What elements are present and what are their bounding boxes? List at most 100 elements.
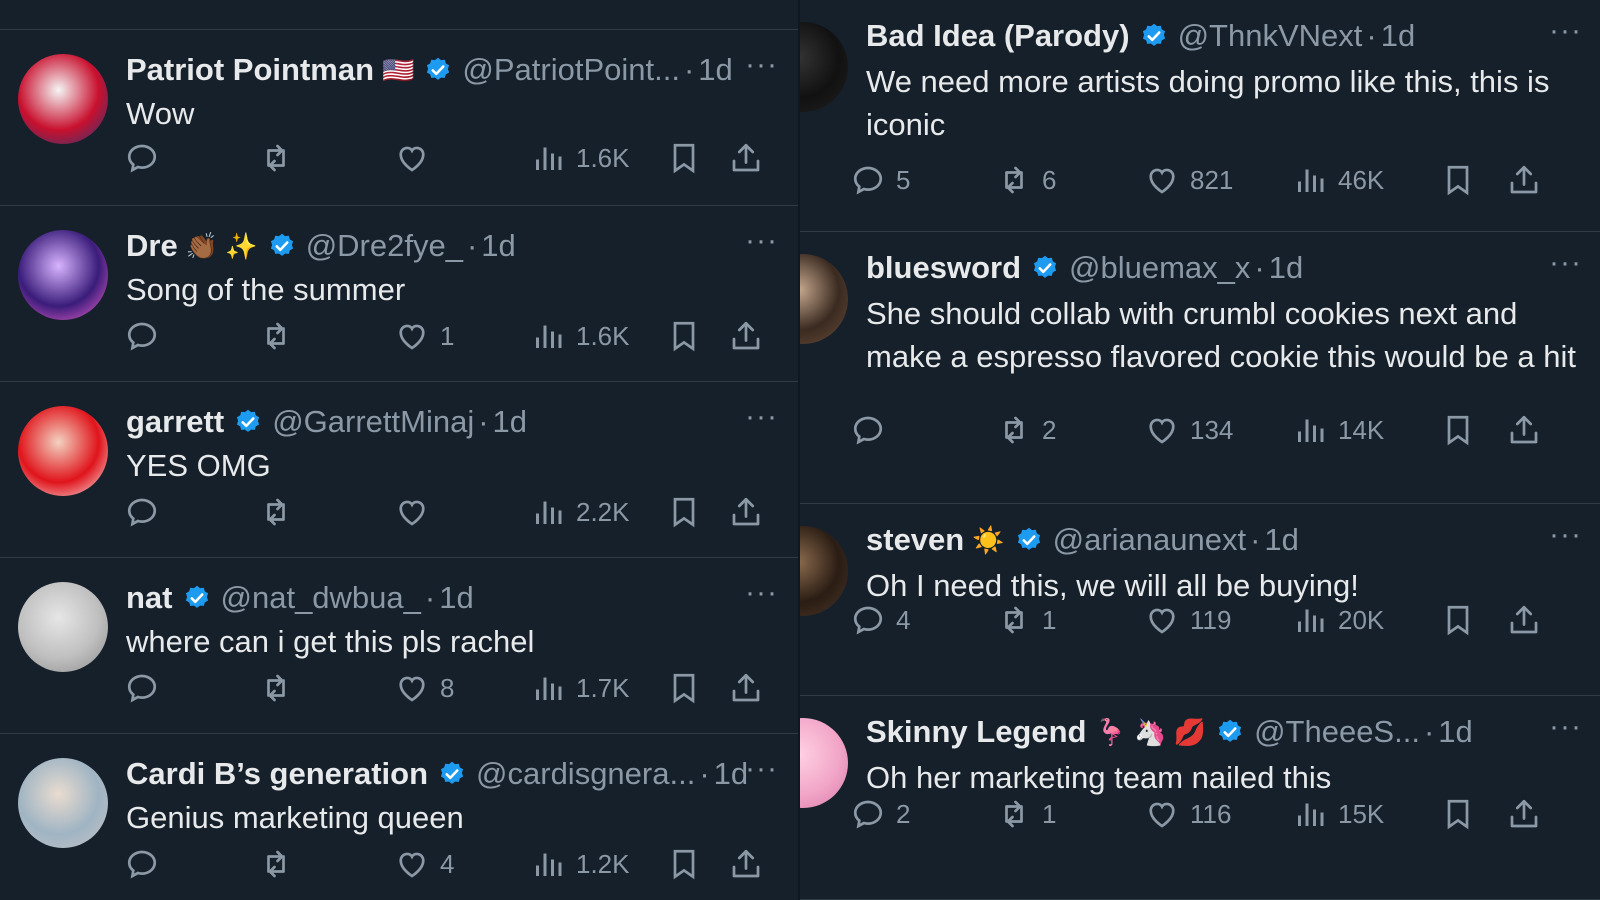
views-button[interactable]: 1.6K bbox=[530, 318, 630, 354]
more-icon[interactable]: ··· bbox=[1549, 710, 1582, 744]
share-button[interactable] bbox=[728, 140, 764, 176]
like-button[interactable]: 8 bbox=[394, 670, 454, 706]
avatar[interactable] bbox=[18, 406, 108, 496]
reply-button[interactable]: 2 bbox=[850, 796, 910, 832]
author-handle[interactable]: @bluemax_x bbox=[1069, 250, 1250, 286]
timestamp[interactable]: 1d bbox=[481, 228, 515, 264]
views-button[interactable]: 15K bbox=[1292, 796, 1384, 832]
bookmark-button[interactable] bbox=[1440, 602, 1476, 638]
author-handle[interactable]: @TheeeS... bbox=[1254, 714, 1420, 750]
author-handle[interactable]: @PatriotPoint... bbox=[462, 52, 680, 88]
reply-button[interactable] bbox=[124, 670, 170, 706]
more-icon[interactable]: ··· bbox=[1549, 518, 1582, 552]
reply-button[interactable] bbox=[124, 846, 170, 882]
avatar[interactable] bbox=[18, 230, 108, 320]
like-button[interactable]: 134 bbox=[1144, 412, 1233, 448]
author-name[interactable]: Dre bbox=[126, 228, 178, 264]
like-button[interactable] bbox=[394, 494, 440, 530]
share-button[interactable] bbox=[1506, 602, 1542, 638]
like-button[interactable]: 116 bbox=[1144, 796, 1231, 832]
author-handle[interactable]: @cardisgnera... bbox=[476, 756, 695, 792]
author-name[interactable]: Skinny Legend bbox=[866, 714, 1086, 750]
author-name[interactable]: steven bbox=[866, 522, 964, 558]
author-name[interactable]: Patriot Pointman bbox=[126, 52, 374, 88]
reply-button[interactable]: 4 bbox=[850, 602, 910, 638]
avatar[interactable] bbox=[18, 758, 108, 848]
avatar[interactable] bbox=[18, 582, 108, 672]
author-name[interactable]: garrett bbox=[126, 404, 224, 440]
views-button[interactable]: 1.2K bbox=[530, 846, 630, 882]
author-name[interactable]: Cardi B’s generation bbox=[126, 756, 428, 792]
reply-button[interactable] bbox=[850, 412, 896, 448]
bookmark-button[interactable] bbox=[666, 846, 702, 882]
like-button[interactable] bbox=[394, 140, 440, 176]
share-button[interactable] bbox=[728, 318, 764, 354]
repost-button[interactable]: 1 bbox=[996, 796, 1056, 832]
repost-button[interactable] bbox=[258, 318, 304, 354]
more-icon[interactable]: ··· bbox=[745, 224, 778, 258]
separator-dot: · bbox=[478, 404, 489, 439]
share-button[interactable] bbox=[1506, 796, 1542, 832]
like-button[interactable]: 1 bbox=[394, 318, 454, 354]
timestamp[interactable]: 1d bbox=[698, 52, 732, 88]
author-handle[interactable]: @nat_dwbua_ bbox=[221, 580, 421, 616]
share-button[interactable] bbox=[1506, 162, 1542, 198]
views-button[interactable]: 20K bbox=[1292, 602, 1384, 638]
share-button[interactable] bbox=[728, 670, 764, 706]
views-button[interactable]: 1.7K bbox=[530, 670, 630, 706]
reply-button[interactable] bbox=[124, 318, 170, 354]
timestamp[interactable]: 1d bbox=[1269, 250, 1303, 286]
repost-button[interactable] bbox=[258, 846, 304, 882]
repost-button[interactable] bbox=[258, 670, 304, 706]
more-icon[interactable]: ··· bbox=[1549, 246, 1582, 280]
timestamp[interactable]: 1d bbox=[714, 756, 748, 792]
views-button[interactable]: 46K bbox=[1292, 162, 1384, 198]
author-handle[interactable]: @Dre2fye_ bbox=[306, 228, 463, 264]
more-icon[interactable]: ··· bbox=[745, 576, 778, 610]
repost-button[interactable]: 2 bbox=[996, 412, 1056, 448]
like-button[interactable]: 821 bbox=[1144, 162, 1233, 198]
timestamp[interactable]: 1d bbox=[439, 580, 473, 616]
repost-button[interactable]: 6 bbox=[996, 162, 1056, 198]
timestamp[interactable]: 1d bbox=[493, 404, 527, 440]
repost-icon bbox=[996, 162, 1032, 198]
views-button[interactable]: 14K bbox=[1292, 412, 1384, 448]
avatar[interactable] bbox=[800, 254, 848, 344]
author-name[interactable]: nat bbox=[126, 580, 173, 616]
share-button[interactable] bbox=[728, 494, 764, 530]
reply-button[interactable] bbox=[124, 494, 170, 530]
share-button[interactable] bbox=[728, 846, 764, 882]
bookmark-button[interactable] bbox=[1440, 796, 1476, 832]
avatar[interactable] bbox=[800, 22, 848, 112]
author-name[interactable]: Bad Idea (Parody) bbox=[866, 18, 1130, 54]
bookmark-button[interactable] bbox=[1440, 162, 1476, 198]
more-icon[interactable]: ··· bbox=[745, 752, 778, 786]
views-button[interactable]: 2.2K bbox=[530, 494, 630, 530]
more-icon[interactable]: ··· bbox=[745, 48, 778, 82]
more-icon[interactable]: ··· bbox=[1549, 14, 1582, 48]
timestamp[interactable]: 1d bbox=[1381, 18, 1415, 54]
avatar[interactable] bbox=[800, 718, 848, 808]
author-handle[interactable]: @ThnkVNext bbox=[1178, 18, 1363, 54]
author-handle[interactable]: @GarrettMinaj bbox=[272, 404, 474, 440]
bookmark-button[interactable] bbox=[666, 140, 702, 176]
bookmark-button[interactable] bbox=[666, 494, 702, 530]
repost-button[interactable] bbox=[258, 140, 304, 176]
bookmark-button[interactable] bbox=[1440, 412, 1476, 448]
author-handle[interactable]: @arianaunext bbox=[1053, 522, 1246, 558]
share-button[interactable] bbox=[1506, 412, 1542, 448]
timestamp[interactable]: 1d bbox=[1438, 714, 1472, 750]
bookmark-button[interactable] bbox=[666, 318, 702, 354]
more-icon[interactable]: ··· bbox=[745, 400, 778, 434]
bookmark-button[interactable] bbox=[666, 670, 702, 706]
author-name[interactable]: bluesword bbox=[866, 250, 1021, 286]
reply-button[interactable] bbox=[124, 140, 170, 176]
views-button[interactable]: 1.6K bbox=[530, 140, 630, 176]
like-button[interactable]: 119 bbox=[1144, 602, 1231, 638]
repost-button[interactable] bbox=[258, 494, 304, 530]
like-button[interactable]: 4 bbox=[394, 846, 454, 882]
repost-button[interactable]: 1 bbox=[996, 602, 1056, 638]
reply-button[interactable]: 5 bbox=[850, 162, 910, 198]
avatar[interactable] bbox=[18, 54, 108, 144]
timestamp[interactable]: 1d bbox=[1264, 522, 1298, 558]
